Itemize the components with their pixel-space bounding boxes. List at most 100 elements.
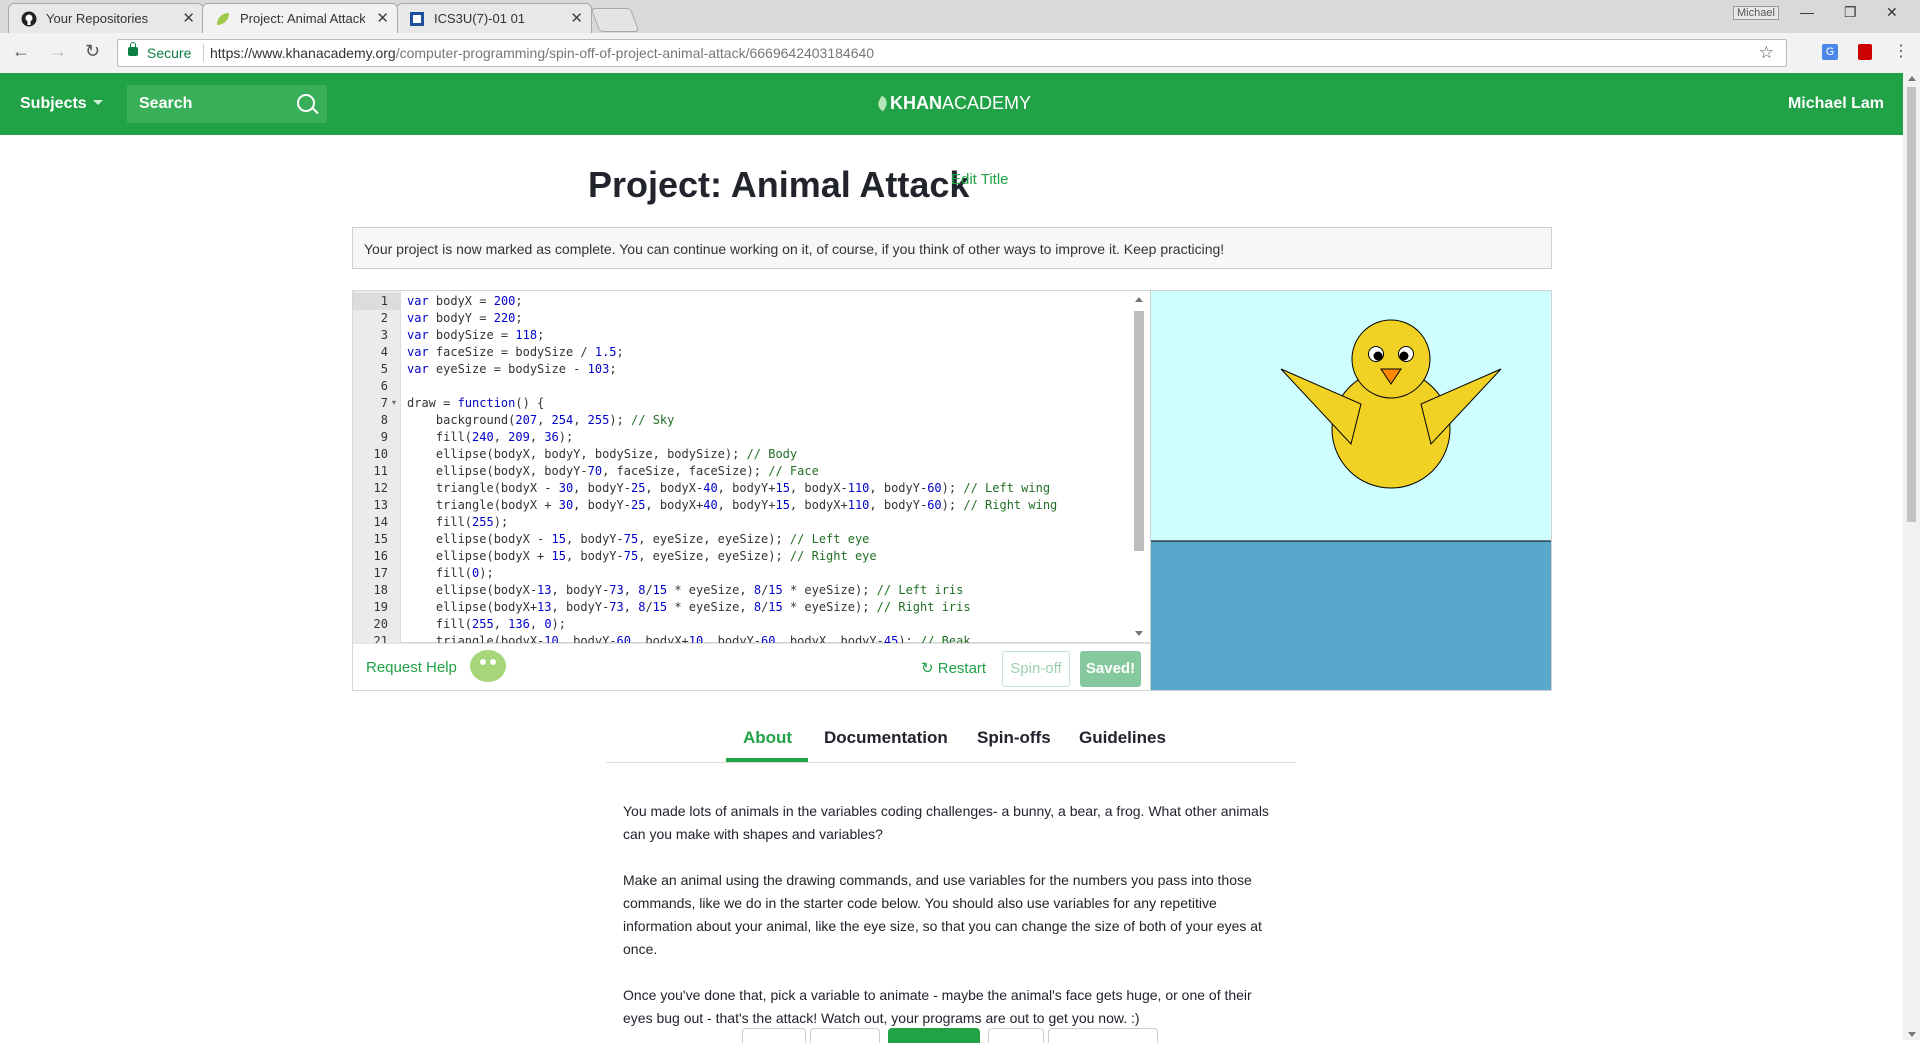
khan-academy-logo[interactable]: KHANACADEMY (875, 93, 1031, 114)
scrollbar-thumb[interactable] (1907, 87, 1916, 522)
editor-scrollbar[interactable] (1133, 294, 1145, 636)
address-bar[interactable]: Secure https://www.khanacademy.org/compu… (117, 39, 1787, 67)
line-number: 2 (380, 311, 388, 325)
url-text: https://www.khanacademy.org/computer-pro… (210, 45, 874, 61)
tab-label: ICS3U(7)-01 01 (434, 11, 526, 26)
code-line[interactable]: ellipse(bodyX, bodyY-70, faceSize, faceS… (407, 463, 819, 480)
code-line[interactable]: fill(255, 136, 0); (407, 616, 566, 633)
browser-tab-ics3u[interactable]: ICS3U(7)-01 01 ✕ (396, 3, 592, 33)
translate-extension-icon[interactable]: G (1822, 44, 1838, 60)
code-line[interactable]: var bodyY = 220; (407, 310, 523, 327)
browser-toolbar: ← → ↻ Secure https://www.khanacademy.org… (0, 33, 1920, 74)
code-line[interactable]: var eyeSize = bodySize - 103; (407, 361, 617, 378)
code-line[interactable]: background(207, 254, 255); // Sky (407, 412, 675, 429)
code-line[interactable]: fill(0); (407, 565, 494, 582)
code-line[interactable]: triangle(bodyX + 30, bodyY-25, bodyX+40,… (407, 497, 1057, 514)
doc-icon (410, 12, 424, 26)
ground (1151, 541, 1551, 690)
code-line[interactable]: ellipse(bodyX - 15, bodyY-75, eyeSize, e… (407, 531, 870, 548)
extension-icon[interactable] (1858, 44, 1872, 60)
browser-tab-repositories[interactable]: Your Repositories ✕ (8, 3, 204, 33)
spin-off-button[interactable]: Spin-off (1002, 651, 1070, 687)
saved-button[interactable]: Saved! (1080, 651, 1141, 687)
left-iris (1373, 351, 1383, 361)
new-tab-button[interactable] (590, 8, 640, 32)
about-paragraph: Make an animal using the drawing command… (623, 872, 1262, 957)
search-icon[interactable] (297, 94, 315, 112)
code-line[interactable]: var bodySize = 118; (407, 327, 544, 344)
fold-icon[interactable]: ▾ (392, 398, 396, 407)
close-icon[interactable]: ✕ (376, 9, 389, 27)
code-line[interactable]: fill(255); (407, 514, 508, 531)
forward-icon[interactable]: → (49, 41, 67, 62)
search-placeholder: Search (139, 95, 193, 112)
restore-icon[interactable]: ❐ (1844, 4, 1857, 21)
line-number: 10 (373, 447, 388, 461)
completion-notice: Your project is now marked as complete. … (352, 227, 1552, 269)
line-number: 15 (373, 532, 388, 546)
avatar (470, 650, 506, 682)
bottom-button[interactable] (1048, 1028, 1158, 1043)
browser-tab-strip: Your Repositories ✕ Project: Animal Atta… (0, 0, 1920, 33)
close-icon[interactable]: ✕ (570, 9, 583, 27)
code-area[interactable]: var bodyX = 200; var bodyY = 220; var body… (407, 291, 1127, 643)
right-iris (1399, 351, 1409, 361)
edit-title-link[interactable]: Edit Title (951, 171, 1009, 188)
bottom-button[interactable] (888, 1028, 980, 1043)
code-line[interactable]: triangle(bodyX-10, bodyY-60, bodyX+10, b… (407, 633, 971, 643)
tab-spin-offs[interactable]: Spin-offs (977, 728, 1051, 748)
restart-button[interactable]: ↻ Restart (921, 659, 986, 677)
url-path: /computer-programming/spin-off-of-projec… (395, 45, 875, 61)
line-number: 12 (373, 481, 388, 495)
code-line[interactable]: ellipse(bodyX + 15, bodyY-75, eyeSize, e… (407, 548, 877, 565)
window-close-icon[interactable]: ✕ (1886, 4, 1898, 21)
code-line[interactable]: draw = function() { (407, 395, 544, 412)
page-scrollbar[interactable] (1903, 73, 1920, 1040)
chick-drawing (1151, 291, 1551, 690)
leaf-icon (217, 13, 229, 25)
minimize-icon[interactable]: — (1800, 4, 1814, 20)
subjects-menu[interactable]: Subjects (20, 95, 103, 113)
code-line[interactable]: triangle(bodyX - 30, bodyY-25, bodyX-40,… (407, 480, 1050, 497)
code-line[interactable]: ellipse(bodyX, bodyY, bodySize, bodySize… (407, 446, 797, 463)
browser-tab-project[interactable]: Project: Animal Attack | C ✕ (202, 3, 398, 33)
about-paragraph: Once you've done that, pick a variable t… (623, 987, 1252, 1026)
subjects-label: Subjects (20, 95, 87, 112)
project-tabs: About Documentation Spin-offs Guidelines (606, 716, 1296, 763)
program-output-canvas[interactable] (1150, 290, 1552, 691)
close-icon[interactable]: ✕ (182, 9, 195, 27)
line-number: 1 (353, 293, 400, 310)
line-number: 16 (373, 549, 388, 563)
user-menu[interactable]: Michael Lam (1788, 95, 1884, 113)
bottom-button[interactable] (742, 1028, 806, 1043)
search-input[interactable]: Search (127, 85, 327, 123)
browser-menu-icon[interactable]: ⋮ (1893, 41, 1909, 61)
bookmark-star-icon[interactable]: ☆ (1759, 43, 1774, 63)
code-line[interactable]: ellipse(bodyX-13, bodyY-73, 8/15 * eyeSi… (407, 582, 963, 599)
code-line[interactable]: fill(240, 209, 36); (407, 429, 573, 446)
active-tab-indicator (726, 758, 808, 762)
line-number: 3 (380, 328, 388, 342)
line-number: 18 (373, 583, 388, 597)
request-help-link[interactable]: Request Help (366, 659, 457, 676)
site-header: Subjects Search KHANACADEMY Michael Lam (0, 73, 1903, 135)
tab-documentation[interactable]: Documentation (824, 728, 948, 748)
editor-scrollbar-thumb[interactable] (1134, 311, 1144, 551)
tab-about[interactable]: About (743, 728, 792, 748)
line-number: 13 (373, 498, 388, 512)
url-host: https://www.khanacademy.org (210, 45, 396, 61)
bottom-button[interactable] (988, 1028, 1044, 1043)
profile-button[interactable]: Michael (1733, 6, 1779, 20)
line-number: 9 (380, 430, 388, 444)
lock-icon (128, 42, 138, 56)
code-line[interactable]: var bodyX = 200; (407, 293, 523, 310)
bottom-button[interactable] (810, 1028, 880, 1043)
github-icon (21, 11, 37, 27)
code-line[interactable]: var faceSize = bodySize / 1.5; (407, 344, 624, 361)
reload-icon[interactable]: ↻ (85, 41, 100, 62)
back-icon[interactable]: ← (12, 41, 30, 62)
code-line[interactable]: ellipse(bodyX+13, bodyY-73, 8/15 * eyeSi… (407, 599, 971, 616)
code-editor[interactable]: 1 2 3 4 5 6 7 8 9 10 11 12 13 14 15 16 17 18 19 20 21 ▾ var b… (352, 290, 1151, 648)
editor-toolbar: Request Help ↻ Restart Spin-off Saved! (352, 643, 1151, 691)
tab-guidelines[interactable]: Guidelines (1079, 728, 1166, 748)
